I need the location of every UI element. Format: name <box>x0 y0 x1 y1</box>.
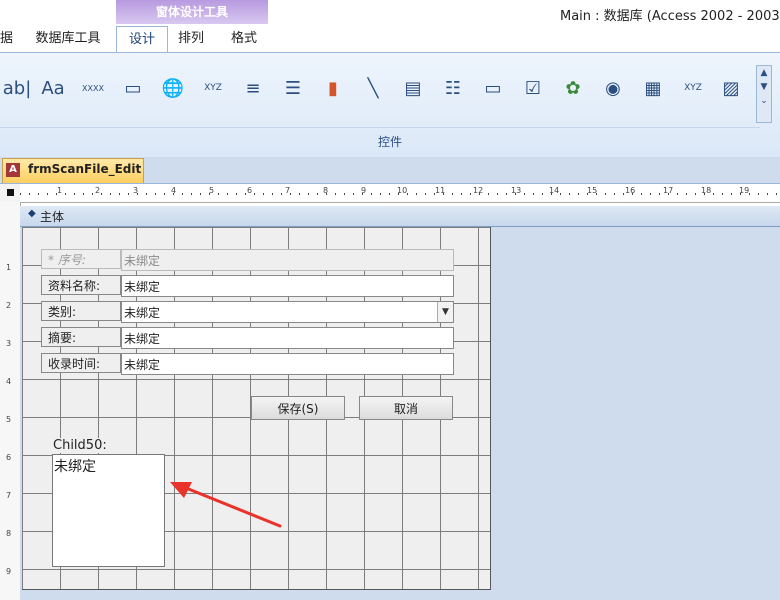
ruler-number: 19 <box>739 186 750 195</box>
ruler-number: 8 <box>323 186 329 195</box>
ruler-number: 9 <box>6 567 12 576</box>
label-category[interactable]: 类别: <box>41 301 121 321</box>
tab-arrange[interactable]: 排列 <box>168 26 214 52</box>
label-icon[interactable]: Aa <box>36 71 70 105</box>
bound-object-frame-icon[interactable]: XYZ <box>676 71 710 105</box>
ruler-number: 2 <box>95 186 101 195</box>
ruler-number: 14 <box>549 186 560 195</box>
textbox-document-name[interactable]: 未绑定 <box>121 275 454 297</box>
ruler-number: 6 <box>247 186 253 195</box>
subform-unbound-text: 未绑定 <box>54 459 96 475</box>
line-icon[interactable]: ╲ <box>356 71 390 105</box>
label-sequence[interactable]: * 序号: <box>41 249 121 269</box>
rectangle-icon[interactable]: ▭ <box>476 71 510 105</box>
ruler-number: 15 <box>587 186 598 195</box>
combo-category[interactable]: 未绑定 <box>121 301 454 323</box>
chart-icon[interactable]: ▮ <box>316 71 350 105</box>
label-document-name[interactable]: 资料名称: <box>41 275 121 295</box>
ruler-number: 6 <box>6 453 12 462</box>
ruler-number: 1 <box>57 186 63 195</box>
ruler-number: 7 <box>6 491 12 500</box>
subform-label[interactable]: Child50: <box>52 438 108 453</box>
ruler-number: 9 <box>361 186 367 195</box>
ruler-number: 3 <box>133 186 139 195</box>
tab-data-partial[interactable]: 据 <box>0 26 13 52</box>
annotation-arrow-icon <box>170 482 282 528</box>
textbox-icon[interactable]: ab| <box>0 71 34 105</box>
ribbon-controls-panel: ab| Aa XXXX ▭ 🌐 XYZ ≡ ☰ ▮ ╲ ▤ ☷ ▭ ☑ ✿ ◉ … <box>0 52 780 158</box>
vertical-ruler[interactable] <box>0 202 21 600</box>
image-icon[interactable]: ▨ <box>714 71 748 105</box>
section-label: 主体 <box>40 210 65 224</box>
label-summary[interactable]: 摘要: <box>41 327 121 347</box>
ruler-number: 16 <box>625 186 636 195</box>
textbox-sequence[interactable]: 未绑定 <box>121 249 454 271</box>
checkbox-icon[interactable]: ☑ <box>516 71 550 105</box>
ruler-number: 11 <box>435 186 446 195</box>
detail-section-bar[interactable] <box>20 206 780 227</box>
label-record-time[interactable]: 收录时间: <box>41 353 121 373</box>
document-tab-title: frmScanFile_Edit <box>28 162 142 176</box>
hyperlink-icon[interactable]: 🌐 <box>156 71 190 105</box>
ruler-number: 1 <box>6 263 12 272</box>
ruler-number: 5 <box>209 186 215 195</box>
ruler-number: 13 <box>511 186 522 195</box>
ruler-number: 4 <box>171 186 177 195</box>
option-button-icon[interactable]: ◉ <box>596 71 630 105</box>
select-form-icon[interactable] <box>7 189 14 196</box>
textbox-summary[interactable]: 未绑定 <box>121 327 454 349</box>
textbox-record-time[interactable]: 未绑定 <box>121 353 454 375</box>
save-button[interactable]: 保存(S) <box>251 396 345 420</box>
tab-control-icon[interactable]: ▭ <box>116 71 150 105</box>
group-divider <box>0 127 760 128</box>
ruler-number: 12 <box>473 186 484 195</box>
option-group-icon[interactable]: XYZ <box>196 71 230 105</box>
insert-page-break-icon[interactable]: ≡ <box>236 71 270 105</box>
controls-group-label: 控件 <box>377 135 402 149</box>
unbound-object-frame-icon[interactable]: ✿ <box>556 71 590 105</box>
ruler-number: 18 <box>701 186 712 195</box>
context-tab-title: 窗体设计工具 <box>116 0 268 24</box>
tab-database-tools[interactable]: 数据库工具 <box>30 26 106 52</box>
tab-design[interactable]: 设计 <box>116 26 168 53</box>
button-icon[interactable]: XXXX <box>76 71 110 105</box>
combo-box-icon[interactable]: ☰ <box>276 71 310 105</box>
ruler-number: 17 <box>663 186 674 195</box>
ruler-number: 2 <box>6 301 12 310</box>
tab-format[interactable]: 格式 <box>220 26 268 52</box>
ruler-number: 4 <box>6 377 12 386</box>
list-box-icon[interactable]: ☷ <box>436 71 470 105</box>
ruler-number: 3 <box>6 339 12 348</box>
ruler-number: 5 <box>6 415 12 424</box>
ruler-number: 8 <box>6 529 12 538</box>
subform-icon[interactable]: ▦ <box>636 71 670 105</box>
cancel-button[interactable]: 取消 <box>359 396 453 420</box>
window-title: Main : 数据库 (Access 2002 - 2003 文 <box>560 9 780 24</box>
form-icon: A <box>6 163 20 177</box>
ruler-number: 7 <box>285 186 291 195</box>
ruler-number: 10 <box>397 186 408 195</box>
section-collapse-icon[interactable]: ◆ <box>28 208 36 219</box>
ribbon-gallery-scroll[interactable]: ▲ ▼ ⌄ <box>756 65 772 123</box>
toggle-button-icon[interactable]: ▤ <box>396 71 430 105</box>
chevron-down-icon[interactable]: ▼ <box>437 302 453 322</box>
